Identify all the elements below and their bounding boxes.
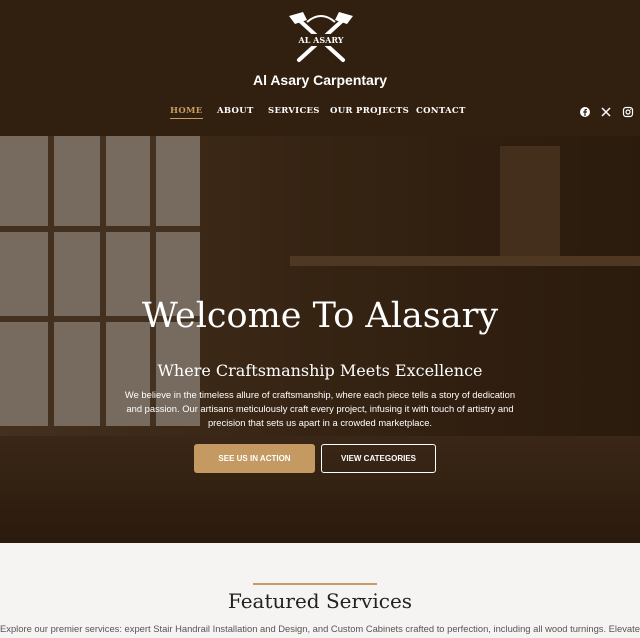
featured-title: Featured Services <box>227 589 413 613</box>
hero-subtitle: Where Craftsmanship Meets Excellence <box>157 361 483 380</box>
nav-our-projects[interactable]: OUR PROJECTS <box>330 106 409 116</box>
x-icon[interactable] <box>600 106 612 118</box>
hero-title: Welcome To Alasary <box>141 296 499 336</box>
logo-hammers-icon[interactable]: AL ASARY <box>285 10 357 66</box>
site-header: AL ASARY Al Asary Carpentary HOME ABOUT … <box>0 0 640 136</box>
hero-overlay <box>0 136 640 543</box>
main-nav: HOME ABOUT SERVICES OUR PROJECTS CONTACT <box>0 106 640 126</box>
see-us-in-action-button[interactable]: SEE US IN ACTION <box>194 444 315 473</box>
view-categories-button[interactable]: VIEW CATEGORIES <box>321 444 436 473</box>
featured-services-section: Featured Services Explore our premier se… <box>0 543 640 638</box>
nav-about[interactable]: ABOUT <box>217 106 254 116</box>
facebook-icon[interactable] <box>579 106 591 118</box>
nav-contact[interactable]: CONTACT <box>416 106 466 116</box>
nav-home[interactable]: HOME <box>170 106 203 119</box>
hero-section: Welcome To Alasary Where Craftsmanship M… <box>0 136 640 543</box>
hero-description: We believe in the timeless allure of cra… <box>124 389 516 428</box>
featured-description: Explore our premier services: expert Sta… <box>0 623 640 634</box>
logo-text: AL ASARY <box>298 35 344 45</box>
site-title[interactable]: Al Asary Carpentary <box>0 72 640 88</box>
section-divider <box>253 583 377 585</box>
instagram-icon[interactable] <box>622 106 634 118</box>
nav-services[interactable]: SERVICES <box>268 106 320 116</box>
